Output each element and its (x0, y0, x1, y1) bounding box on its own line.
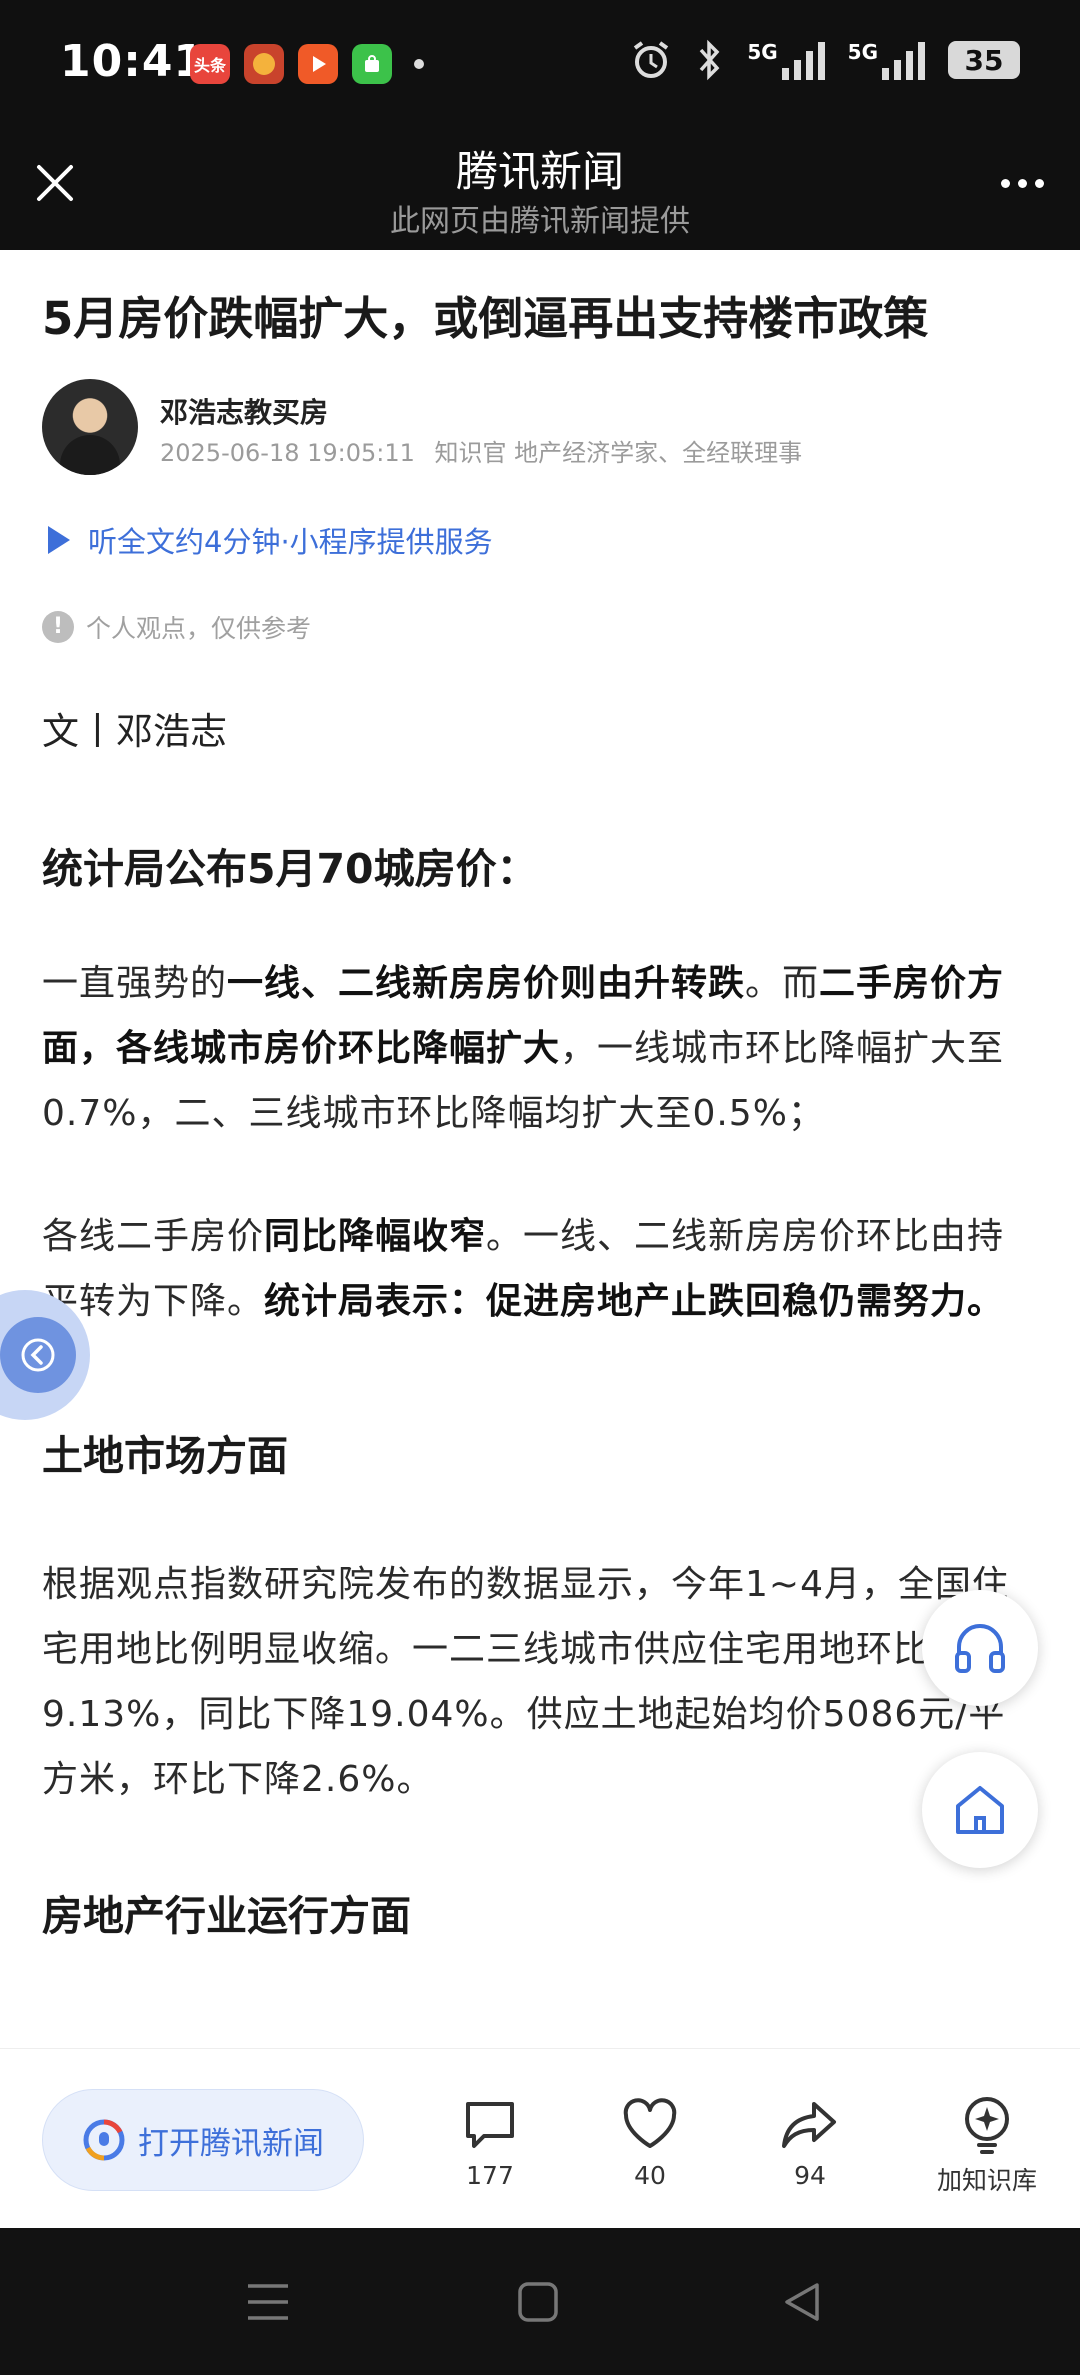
play-icon (48, 525, 70, 554)
more-options-button[interactable] (992, 158, 1052, 208)
paragraph-3: 根据观点指数研究院发布的数据显示，今年1~4月，全国住宅用地比例明显收缩。一二三… (42, 1563, 1009, 1800)
signal-5g-1: 5G (747, 40, 825, 80)
knowledge-bulb-icon (965, 2097, 1009, 2154)
more-dot-icon (1017, 178, 1027, 188)
author-avatar[interactable] (42, 378, 138, 475)
back-triangle-icon (785, 2283, 819, 2321)
menu-lines-icon (248, 2284, 288, 2320)
signal-label-1: 5G (747, 40, 778, 64)
author-row[interactable]: 邓浩志教买房 2025-06-18 19:05:11 知识官 地产经济学家、全经… (42, 378, 1012, 479)
home-icon (956, 1786, 1004, 1834)
section-title-2: 土地市场方面 (42, 1431, 288, 1480)
share-action[interactable]: 94 (750, 2095, 870, 2190)
open-app-button[interactable]: 打开腾讯新闻 (42, 2089, 364, 2191)
notice-text: 个人观点，仅供参考 (86, 613, 312, 643)
bottom-action-bar: 打开腾讯新闻 177 40 94 加知识库 (0, 2048, 1080, 2228)
paragraph-2: 各线二手房价同比降幅收窄。一线、二线新房房价环比由持平转为下降。统计局表示：促进… (42, 1204, 1012, 1334)
share-icon (782, 2102, 836, 2148)
p2-text-1: 各线二手房价 (42, 1215, 265, 1257)
notification-dot-icon (414, 59, 424, 69)
alarm-icon (634, 41, 669, 78)
system-nav-bar (0, 2228, 1080, 2375)
opinion-notice: ! 个人观点，仅供参考 (42, 609, 1012, 645)
status-right: 5G 5G 35 (629, 38, 1020, 82)
toutiao-app-icon: 头条 (190, 44, 230, 84)
article-body: 5月房价跌幅扩大，或倒逼再出支持楼市政策 邓浩志教买房 2025-06-18 1… (42, 290, 1012, 1942)
open-app-label: 打开腾讯新闻 (138, 2125, 324, 2162)
shopping-app-icon (352, 44, 392, 84)
section-title-3: 房地产行业运行方面 (42, 1891, 411, 1940)
signal-5g-2: 5G (848, 40, 926, 80)
paragraph-1: 一直强势的一线、二线新房房价则由升转跌。而二手房价方面，各线城市房价环比降幅扩大… (42, 951, 1012, 1146)
like-count: 40 (634, 2161, 666, 2190)
exclamation-icon: ! (42, 610, 74, 643)
listen-audio-link[interactable]: 听全文约4分钟·小程序提供服务 (42, 519, 1012, 561)
chevron-left-icon (21, 1338, 55, 1372)
page-title: 腾讯新闻 (455, 147, 624, 196)
listen-label: 听全文约4分钟·小程序提供服务 (88, 524, 493, 559)
add-knowledge-action[interactable]: 加知识库 (927, 2095, 1047, 2197)
headphones-icon (955, 1624, 1005, 1673)
author-name[interactable]: 邓浩志教买房 (160, 391, 328, 431)
article-headline: 5月房价跌幅扩大，或倒逼再出支持楼市政策 (42, 292, 929, 345)
more-dot-icon (1000, 178, 1010, 188)
signal-label-2: 5G (847, 40, 878, 64)
side-tab-knob (0, 1317, 76, 1393)
p2-bold-2: 统计局表示：促进房地产止跌回稳仍需努力。 (264, 1280, 1005, 1322)
publish-datetime: 2025-06-18 19:05:11 (160, 438, 415, 467)
signal-bars-icon (882, 42, 925, 80)
title-bar: 腾讯新闻 此网页由腾讯新闻提供 (0, 128, 1080, 250)
home-nav-button[interactable] (508, 2272, 568, 2332)
bluetooth-icon (700, 39, 720, 81)
more-dot-icon (1034, 178, 1044, 188)
share-count: 94 (794, 2161, 826, 2190)
recent-apps-button[interactable] (238, 2272, 298, 2332)
author-meta: 2025-06-18 19:05:11 知识官 地产经济学家、全经联理事 (160, 433, 802, 468)
tencent-news-logo-icon (83, 2119, 125, 2161)
promo-app-icon (244, 44, 284, 84)
byline: 文丨邓浩志 (42, 709, 227, 753)
status-bar: 10:41 头条 5G 5G 35 (0, 0, 1080, 128)
add-knowledge-label: 加知识库 (936, 2166, 1037, 2195)
video-app-icon (298, 44, 338, 84)
heart-icon (623, 2098, 677, 2148)
status-app-icons: 头条 (190, 44, 424, 84)
listen-fab-button[interactable] (922, 1590, 1038, 1706)
battery-indicator: 35 (948, 41, 1020, 79)
p2-bold-1: 同比降幅收窄 (264, 1215, 487, 1257)
back-nav-button[interactable] (772, 2272, 832, 2332)
square-icon (518, 2282, 558, 2322)
comment-count: 177 (466, 2161, 514, 2190)
comment-action[interactable]: 177 (430, 2095, 550, 2190)
page-subtitle: 此网页由腾讯新闻提供 (390, 204, 690, 239)
like-action[interactable]: 40 (590, 2095, 710, 2190)
p1-text-2: 。而 (745, 962, 820, 1004)
status-time: 10:41 (60, 36, 206, 87)
author-title: 知识官 地产经济学家、全经联理事 (434, 438, 803, 467)
p1-text-1: 一直强势的 (42, 962, 228, 1004)
comment-icon (466, 2102, 514, 2148)
section-title-1: 统计局公布5月70城房价： (42, 844, 538, 893)
signal-bars-icon (781, 42, 825, 80)
p1-bold-1: 一线、二线新房房价则由升转跌 (227, 962, 746, 1004)
home-fab-button[interactable] (922, 1752, 1038, 1868)
